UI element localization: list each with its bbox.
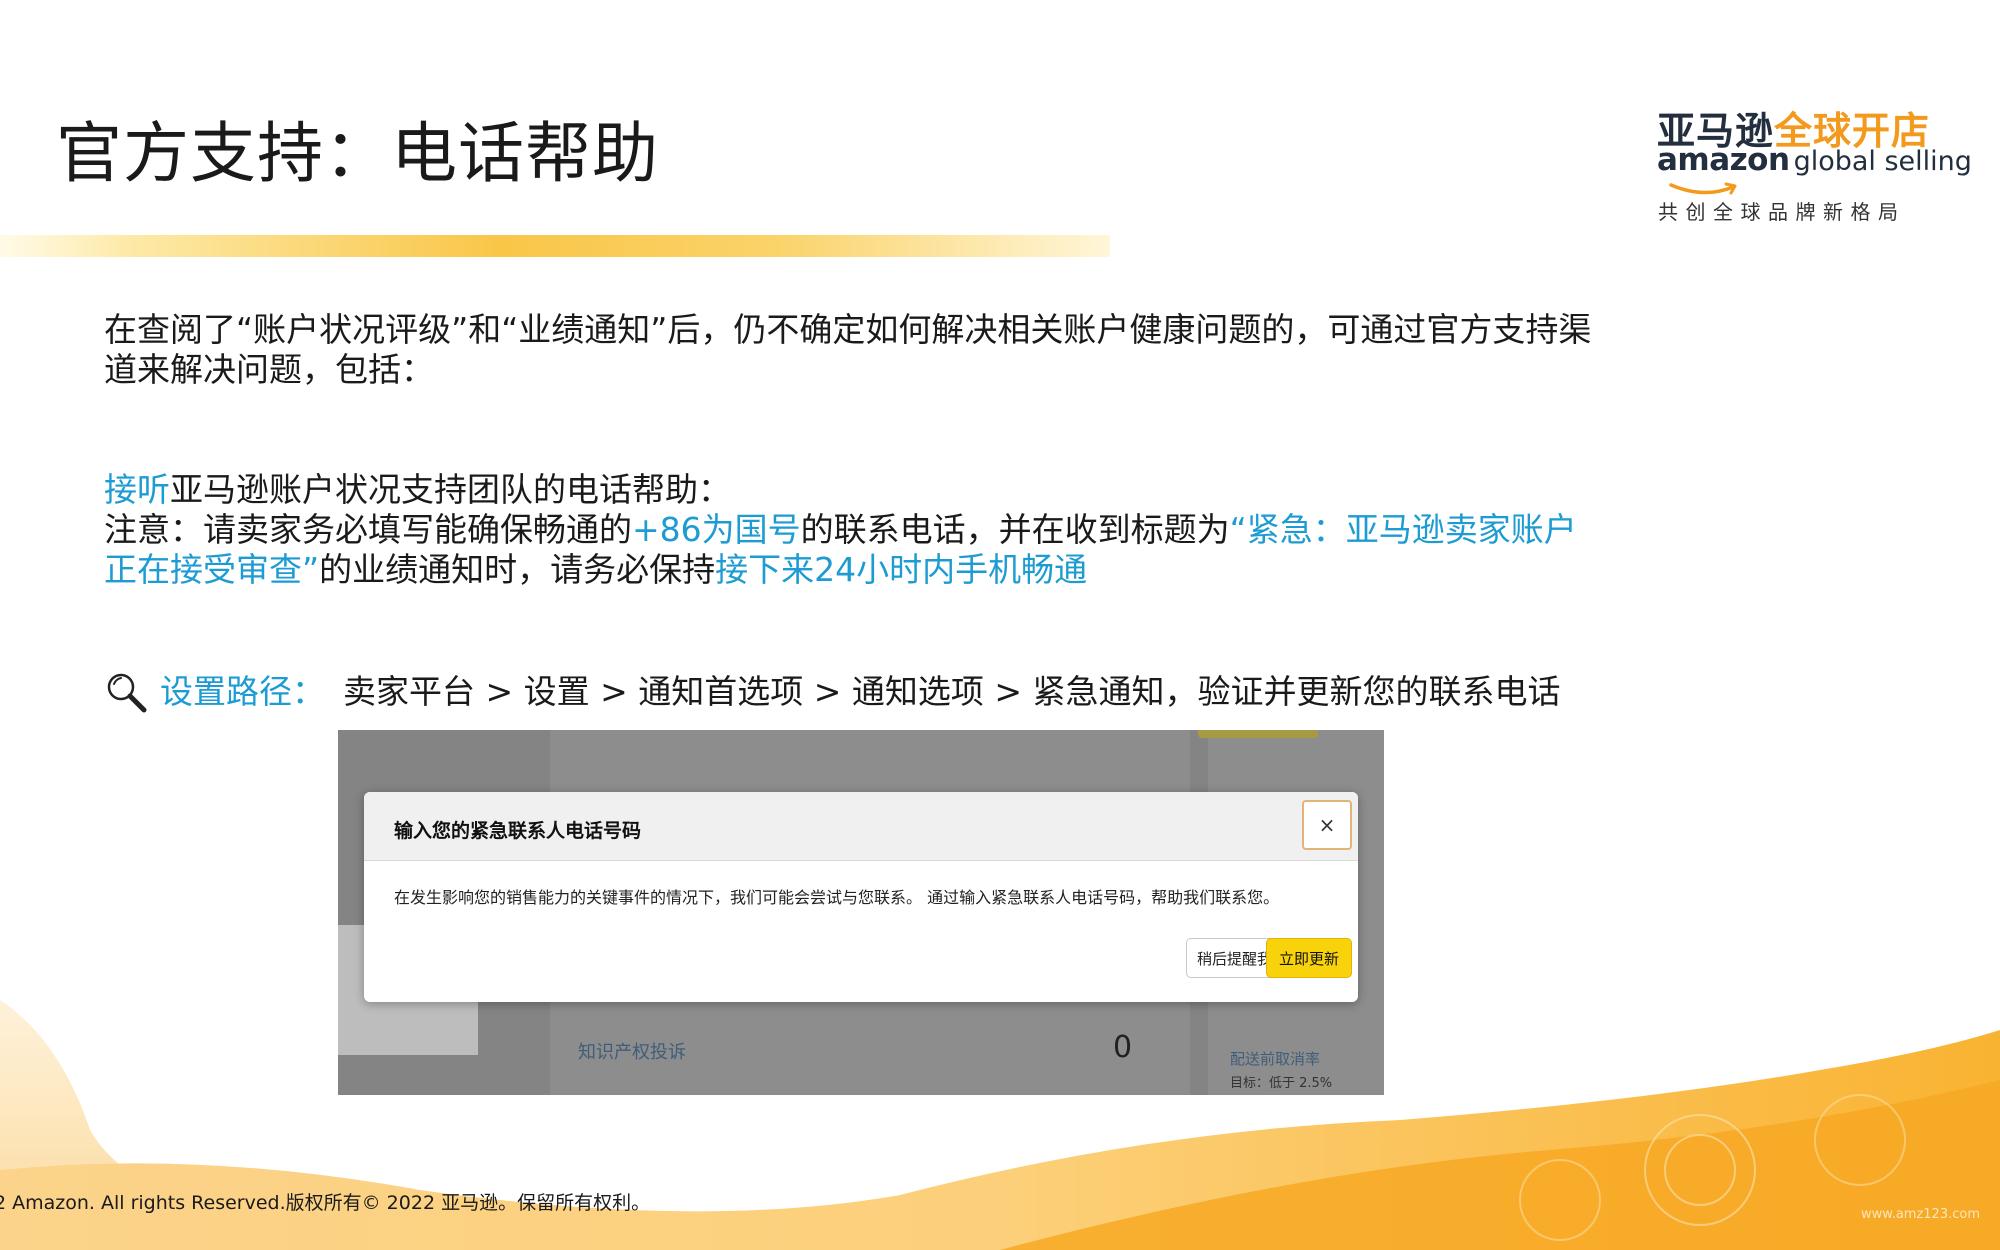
logo-slogan: 共创全球品牌新格局 bbox=[1658, 200, 1906, 224]
emergency-contact-modal: 输入您的紧急联系人电话号码 × 在发生影响您的销售能力的关键事件的情况下，我们可… bbox=[364, 792, 1358, 1002]
watermark: www.amz123.com bbox=[1861, 1207, 1980, 1222]
phone-help-heading: 接听亚马逊账户状况支持团队的电话帮助： bbox=[104, 470, 731, 509]
modal-body: 在发生影响您的销售能力的关键事件的情况下，我们可能会尝试与您联系。 通过输入紧急… bbox=[394, 888, 1280, 907]
background-button bbox=[1198, 730, 1318, 738]
settings-path-label: 设置路径： bbox=[160, 672, 325, 711]
phone-help-note: 注意：请卖家务必填写能确保畅通的+86为国号的联系电话，并在收到标题为“紧急：亚… bbox=[104, 510, 1577, 589]
update-now-button[interactable]: 立即更新 bbox=[1266, 938, 1353, 978]
settings-path: 设置路径： 卖家平台 > 设置 > 通知首选项 > 通知选项 > 紧急通知，验证… bbox=[104, 670, 1561, 714]
title-underline-bar bbox=[0, 235, 1110, 257]
search-icon bbox=[107, 673, 147, 713]
phone-help-section: 接听亚马逊账户状况支持团队的电话帮助： 注意：请卖家务必填写能确保畅通的+86为… bbox=[104, 470, 1604, 590]
amazon-global-selling-logo: 亚马逊全球开店 amazon global selling 共创全球品牌新格局 bbox=[1655, 100, 1972, 230]
settings-path-value: 卖家平台 > 设置 > 通知首选项 > 通知选项 > 紧急通知，验证并更新您的联… bbox=[343, 672, 1561, 711]
logo-english-name: amazon global selling bbox=[1657, 142, 1972, 178]
slide-title: 官方支持：电话帮助 bbox=[56, 115, 659, 192]
modal-title: 输入您的紧急联系人电话号码 bbox=[394, 820, 642, 842]
close-button[interactable]: × bbox=[1302, 800, 1352, 850]
intro-paragraph: 在查阅了“账户状况评级”和“业绩通知”后，仍不确定如何解决相关账户健康问题的，可… bbox=[104, 310, 1592, 389]
copyright-footer: 2 Amazon. All rights Reserved.版权所有© 2022… bbox=[0, 1192, 651, 1214]
